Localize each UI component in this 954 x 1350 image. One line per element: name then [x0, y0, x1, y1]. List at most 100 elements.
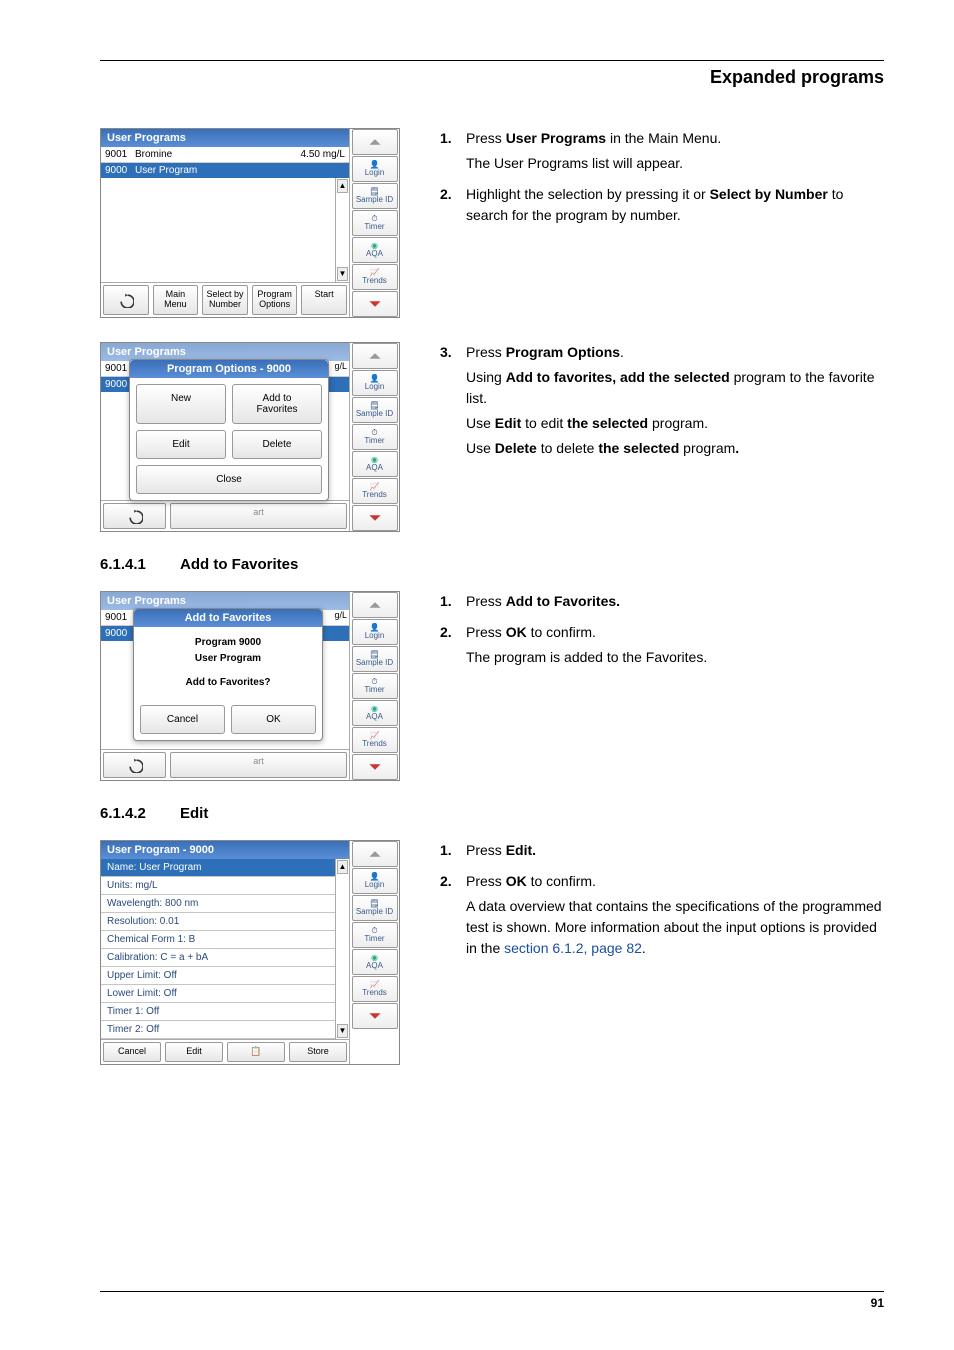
button-fragment: art	[170, 503, 347, 529]
sidebar-login-button[interactable]: 👤Login	[352, 619, 398, 645]
section-heading-add-to-favorites: 6.1.4.1Add to Favorites	[100, 556, 884, 573]
sidebar-up-icon[interactable]	[352, 841, 398, 867]
close-button[interactable]: Close	[136, 465, 322, 494]
unit-label-fragment: g/L	[334, 361, 347, 371]
program-options-popup: Program Options - 9000 New Add to Favori…	[129, 359, 329, 501]
sidebar-login-button[interactable]: 👤Login	[352, 868, 398, 894]
step-text: Press Add to Favorites.	[466, 591, 884, 612]
settings-row[interactable]: Calibration: C = a + bA	[101, 949, 335, 967]
step-text: Highlight the selection by pressing it o…	[466, 184, 884, 226]
program-value: 4.50 mg/L	[301, 149, 345, 160]
step-text: Press OK to confirm.	[466, 871, 884, 892]
sidebar-down-icon[interactable]	[352, 291, 398, 317]
back-button[interactable]	[103, 503, 166, 529]
delete-button[interactable]: Delete	[232, 430, 322, 459]
sidebar-up-icon[interactable]	[352, 343, 398, 369]
step-number: 2.	[440, 622, 454, 672]
window-title: User Program - 9000	[101, 841, 349, 859]
sidebar-sample-button[interactable]: 🗒Sample ID	[352, 397, 398, 423]
step-body: Press Add to Favorites.	[466, 591, 884, 616]
page-header: Expanded programs	[100, 67, 884, 88]
sidebar-login-button[interactable]: 👤Login	[352, 370, 398, 396]
select-by-number-button[interactable]: Select by Number	[202, 285, 248, 315]
settings-row[interactable]: Resolution: 0.01	[101, 913, 335, 931]
step-number: 3.	[440, 342, 454, 463]
program-options-button[interactable]: Program Options	[252, 285, 298, 315]
scroll-up-icon[interactable]: ▲	[337, 179, 348, 193]
step-body: Press Program Options.Using Add to favor…	[466, 342, 884, 463]
scroll-down-icon[interactable]: ▼	[337, 267, 348, 281]
program-id: 9000	[105, 165, 135, 176]
edit-button[interactable]: Edit	[165, 1042, 223, 1062]
sidebar-down-icon[interactable]	[352, 754, 398, 780]
settings-row[interactable]: Lower Limit: Off	[101, 985, 335, 1003]
program-name: Bromine	[135, 149, 301, 160]
cancel-button[interactable]: Cancel	[140, 705, 225, 734]
sidebar-timer-button[interactable]: ⏱Timer	[352, 210, 398, 236]
sidebar-aqa-button[interactable]: ◉AQA	[352, 949, 398, 975]
settings-row[interactable]: Timer 1: Off	[101, 1003, 335, 1021]
settings-row[interactable]: Upper Limit: Off	[101, 967, 335, 985]
edit-button[interactable]: Edit	[136, 430, 226, 459]
sidebar-login-button[interactable]: 👤Login	[352, 156, 398, 182]
sidebar-sample-button[interactable]: 🗒Sample ID	[352, 895, 398, 921]
scroll-down-icon[interactable]: ▼	[337, 1024, 348, 1038]
popup-title: Add to Favorites	[134, 609, 322, 627]
back-button[interactable]	[103, 752, 166, 778]
sidebar-aqa-button[interactable]: ◉AQA	[352, 451, 398, 477]
sidebar: 👤Login 🗒Sample ID ⏱Timer ◉AQA 📈Trends	[349, 841, 399, 1064]
sidebar-sample-button[interactable]: 🗒Sample ID	[352, 646, 398, 672]
step-number: 1.	[440, 840, 454, 865]
sidebar-up-icon[interactable]	[352, 592, 398, 618]
step-body: Press User Programs in the Main Menu. The…	[466, 128, 884, 178]
clipboard-icon[interactable]: 📋	[227, 1042, 285, 1062]
step-text: The User Programs list will appear.	[466, 153, 884, 174]
step-body: Press OK to confirm. A data overview that…	[466, 871, 884, 963]
step-list-1: 1. Press User Programs in the Main Menu. T…	[440, 128, 884, 318]
settings-row[interactable]: Wavelength: 800 nm	[101, 895, 335, 913]
sidebar-timer-button[interactable]: ⏱Timer	[352, 922, 398, 948]
settings-row[interactable]: Units: mg/L	[101, 877, 335, 895]
new-button[interactable]: New	[136, 384, 226, 424]
sidebar-sample-button[interactable]: 🗒Sample ID	[352, 183, 398, 209]
step-number: 1.	[440, 128, 454, 178]
settings-row[interactable]: Name: User Program	[101, 859, 335, 877]
back-button[interactable]	[103, 285, 149, 315]
program-id: 9001	[105, 149, 135, 160]
cancel-button[interactable]: Cancel	[103, 1042, 161, 1062]
step-text: A data overview that contains the specif…	[466, 896, 884, 959]
screenshot-add-to-favorites: User Programs 9001 9000 Add to Favorites…	[100, 591, 400, 781]
screenshot-user-programs: User Programs 9001 Bromine 4.50 mg/L 900…	[100, 128, 400, 318]
sidebar: 👤Login 🗒Sample ID ⏱Timer ◉AQA 📈Trends	[349, 343, 399, 531]
step-number: 2.	[440, 184, 454, 230]
step-body: Highlight the selection by pressing it o…	[466, 184, 884, 230]
settings-row[interactable]: Chemical Form 1: B	[101, 931, 335, 949]
sidebar-aqa-button[interactable]: ◉AQA	[352, 237, 398, 263]
sidebar-aqa-button[interactable]: ◉AQA	[352, 700, 398, 726]
store-button[interactable]: Store	[289, 1042, 347, 1062]
sidebar-down-icon[interactable]	[352, 1003, 398, 1029]
step-text: Press User Programs in the Main Menu.	[466, 128, 884, 149]
main-menu-button[interactable]: Main Menu	[153, 285, 199, 315]
button-fragment: art	[170, 752, 347, 778]
step-text: The program is added to the Favorites.	[466, 647, 884, 668]
settings-row[interactable]: Timer 2: Off	[101, 1021, 335, 1039]
ok-button[interactable]: OK	[231, 705, 316, 734]
sidebar-trends-button[interactable]: 📈Trends	[352, 264, 398, 290]
sidebar-up-icon[interactable]	[352, 129, 398, 155]
sidebar-trends-button[interactable]: 📈Trends	[352, 478, 398, 504]
unit-label-fragment: g/L	[334, 610, 347, 620]
sidebar: 👤Login 🗒Sample ID ⏱Timer ◉AQA 📈Trends	[349, 592, 399, 780]
sidebar-down-icon[interactable]	[352, 505, 398, 531]
sidebar-timer-button[interactable]: ⏱Timer	[352, 673, 398, 699]
step-text: Use Delete to delete the selected progra…	[466, 438, 884, 459]
scroll-up-icon[interactable]: ▲	[337, 860, 348, 874]
sidebar: 👤Login 🗒Sample ID ⏱Timer ◉AQA 📈Trends	[349, 129, 399, 317]
add-to-favorites-button[interactable]: Add to Favorites	[232, 384, 322, 424]
page-number: 91	[100, 1291, 884, 1310]
sidebar-timer-button[interactable]: ⏱Timer	[352, 424, 398, 450]
step-body: Press Edit.	[466, 840, 884, 865]
start-button[interactable]: Start	[301, 285, 347, 315]
sidebar-trends-button[interactable]: 📈Trends	[352, 727, 398, 753]
sidebar-trends-button[interactable]: 📈Trends	[352, 976, 398, 1002]
